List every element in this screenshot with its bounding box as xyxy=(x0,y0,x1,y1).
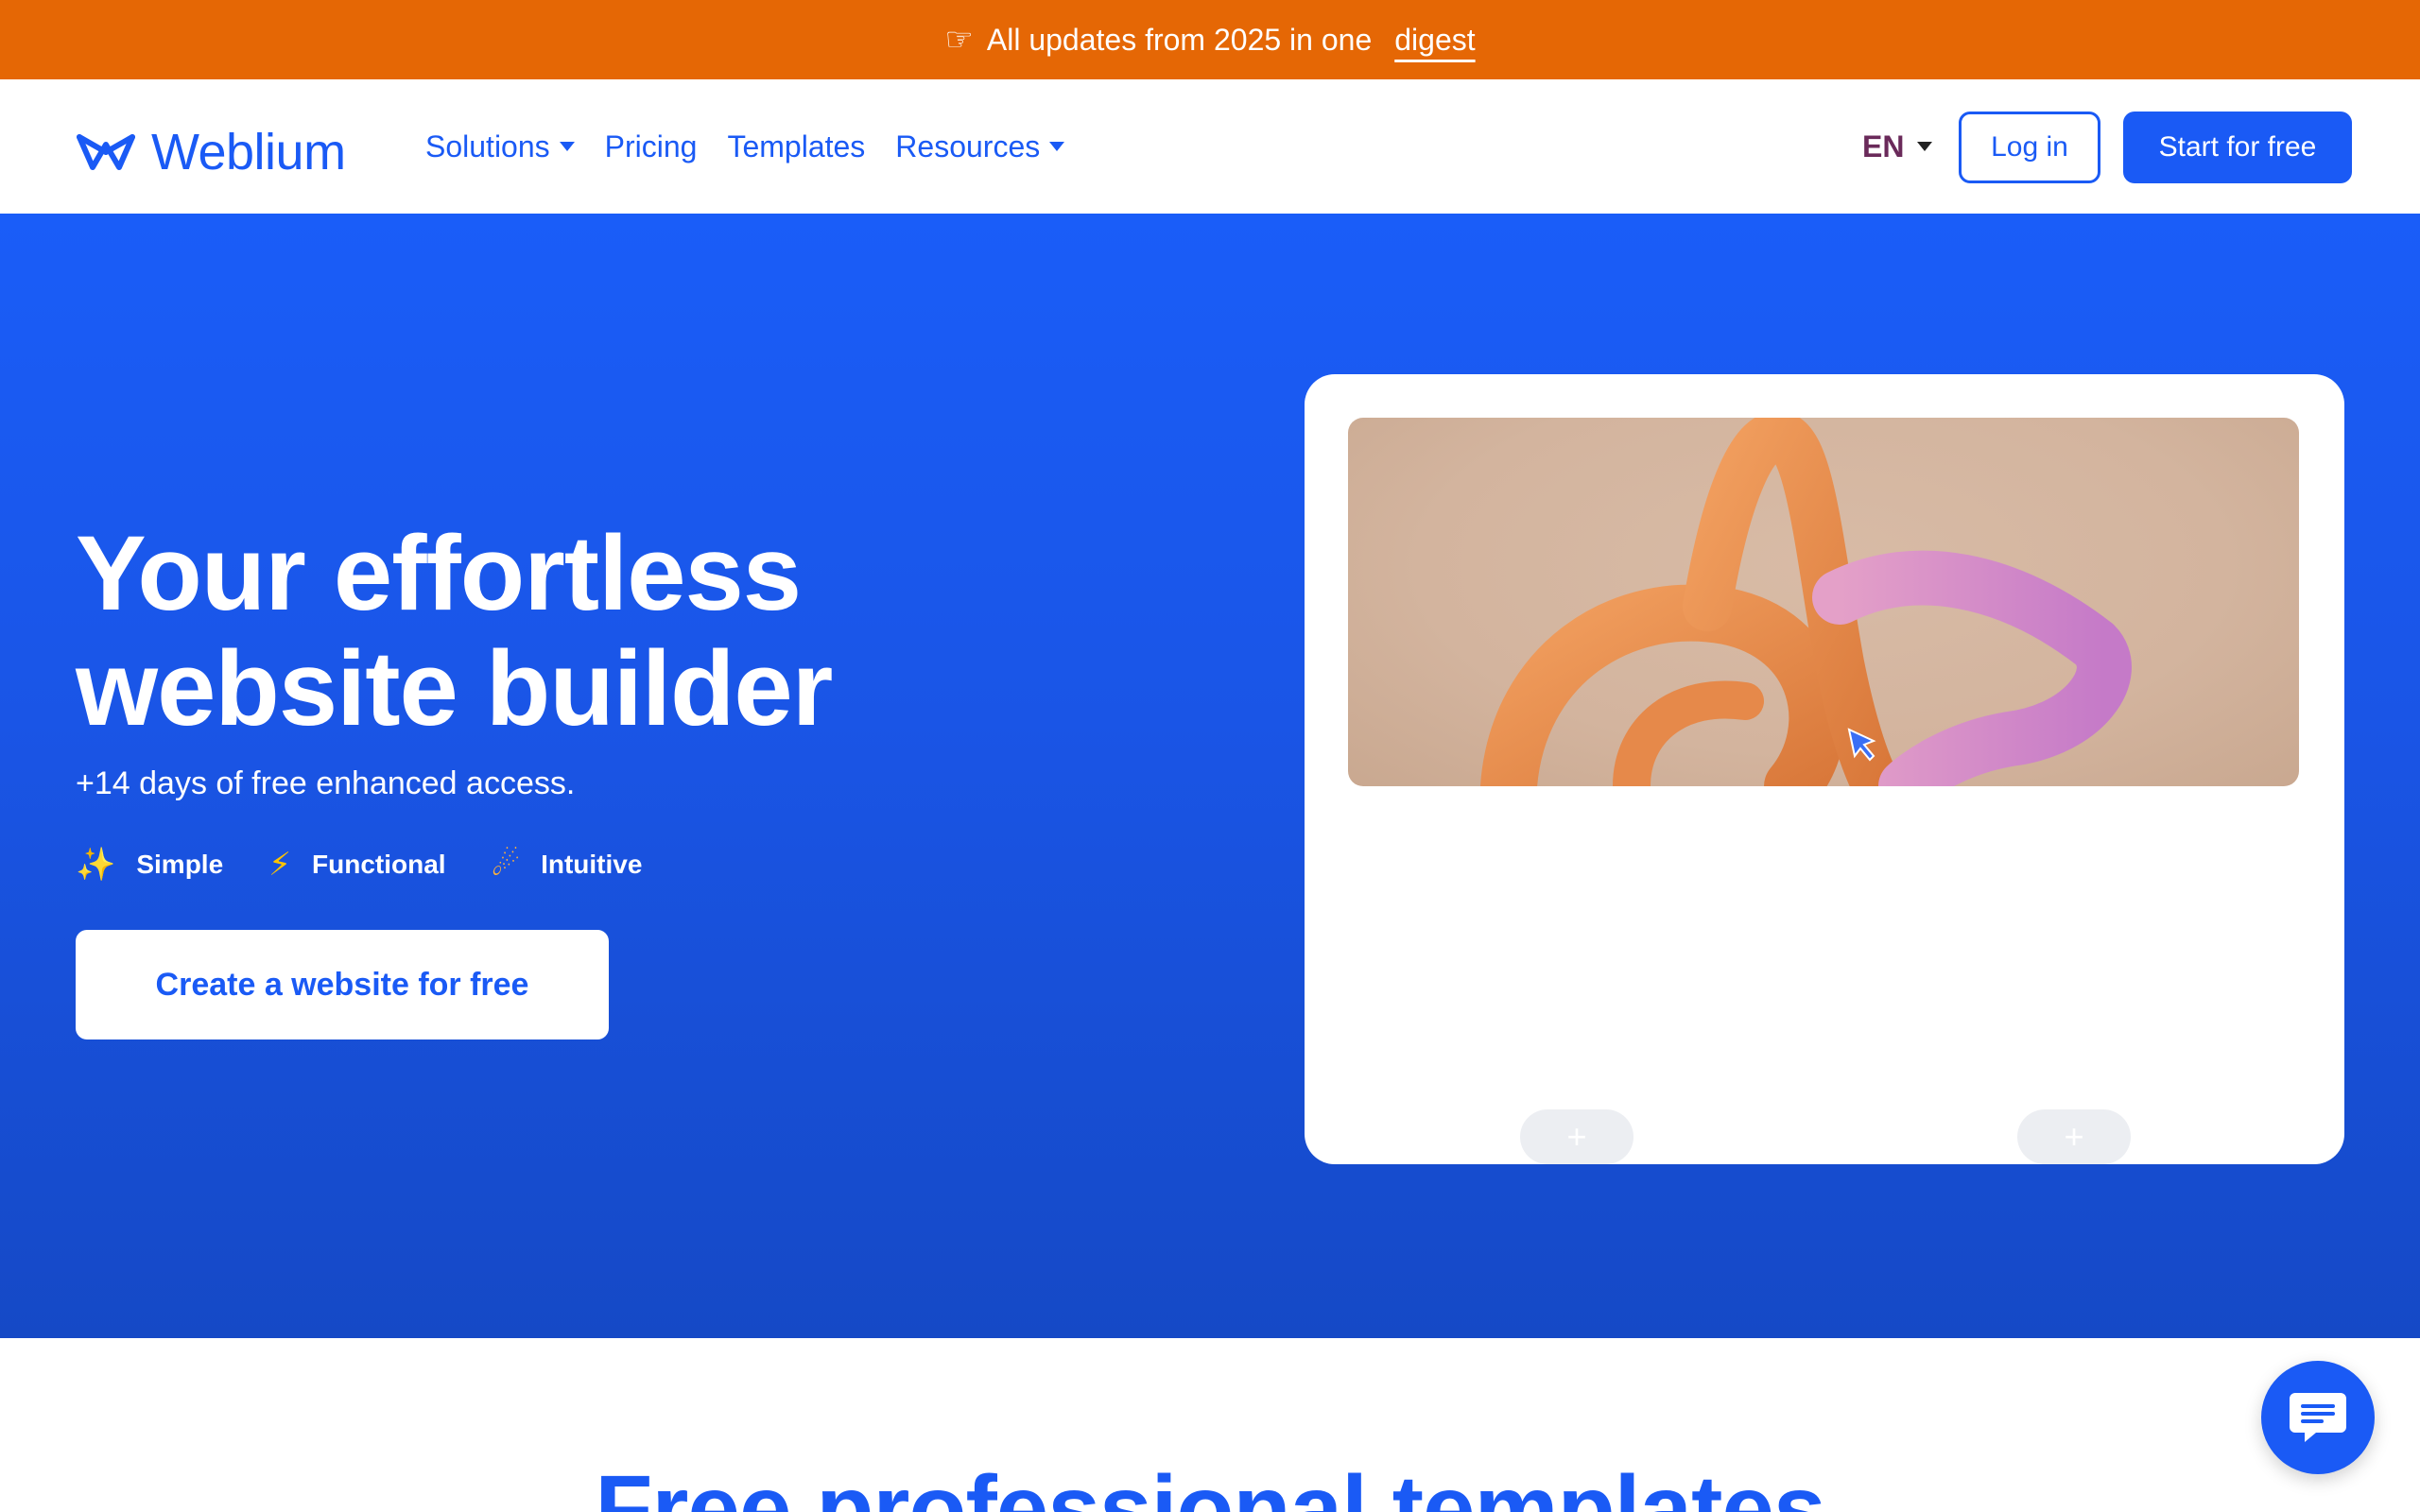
site-header: Weblium Solutions Pricing Templates Reso… xyxy=(0,79,2420,214)
hero-title: Your effortless website builder xyxy=(76,516,1210,747)
weblium-logo-icon xyxy=(77,134,135,170)
nav-item-resources[interactable]: Resources xyxy=(895,129,1065,164)
feature-simple: ✨ Simple xyxy=(76,849,223,881)
main-nav: Solutions Pricing Templates Resources xyxy=(425,79,1065,214)
announcement-digest-link[interactable]: digest xyxy=(1394,23,1475,58)
feature-label: Functional xyxy=(312,850,446,879)
announcement-bar: ☞ All updates from 2025 in one digest xyxy=(0,0,2420,79)
announcement-text: All updates from 2025 in one xyxy=(986,22,1373,57)
hero-title-line1: Your effortless xyxy=(76,514,802,632)
hero-subtitle: +14 days of free enhanced access. xyxy=(76,765,576,801)
nav-item-label: Templates xyxy=(727,129,866,163)
language-selector[interactable]: EN xyxy=(1862,79,1933,214)
add-block-button[interactable]: + xyxy=(1520,1109,1634,1164)
feature-label: Simple xyxy=(136,850,224,879)
abstract-3d-shape-image xyxy=(1348,418,2299,786)
lightning-icon: ⚡ xyxy=(268,847,292,883)
hero-section: Your effortless website builder +14 days… xyxy=(0,214,2420,1338)
hand-pointing-right-icon: ☞ xyxy=(944,22,974,58)
comet-icon: ☄ xyxy=(491,847,521,883)
feature-label: Intuitive xyxy=(541,850,643,879)
nav-item-solutions[interactable]: Solutions xyxy=(425,129,575,164)
nav-item-label: Pricing xyxy=(604,129,698,163)
templates-section-heading: Free professional templates xyxy=(595,1456,1825,1512)
add-block-button[interactable]: + xyxy=(2017,1109,2131,1164)
hero-title-line2: website builder xyxy=(76,629,833,747)
caret-down-icon xyxy=(559,142,575,151)
nav-item-pricing[interactable]: Pricing xyxy=(605,129,698,164)
nav-item-templates[interactable]: Templates xyxy=(727,129,865,164)
editor-mockup-card: + + xyxy=(1305,374,2344,1164)
caret-down-icon xyxy=(1049,142,1065,151)
chat-bubble-icon xyxy=(2290,1393,2346,1442)
caret-down-icon xyxy=(1917,142,1933,151)
feature-intuitive: ☄ Intuitive xyxy=(492,849,643,881)
nav-item-label: Solutions xyxy=(425,129,550,163)
language-label: EN xyxy=(1862,129,1905,163)
login-button[interactable]: Log in xyxy=(1959,112,2100,183)
chat-button[interactable] xyxy=(2261,1361,2375,1474)
feature-functional: ⚡ Functional xyxy=(268,849,445,881)
logo[interactable]: Weblium xyxy=(76,123,346,181)
sparkles-icon: ✨ xyxy=(76,847,116,883)
feature-list: ✨ Simple ⚡ Functional ☄ Intuitive xyxy=(76,849,642,881)
nav-item-label: Resources xyxy=(895,129,1041,163)
logo-text: Weblium xyxy=(151,124,346,180)
abstract-shape-illustration xyxy=(1480,418,2132,786)
start-for-free-button[interactable]: Start for free xyxy=(2123,112,2352,183)
create-website-button[interactable]: Create a website for free xyxy=(76,930,609,1040)
